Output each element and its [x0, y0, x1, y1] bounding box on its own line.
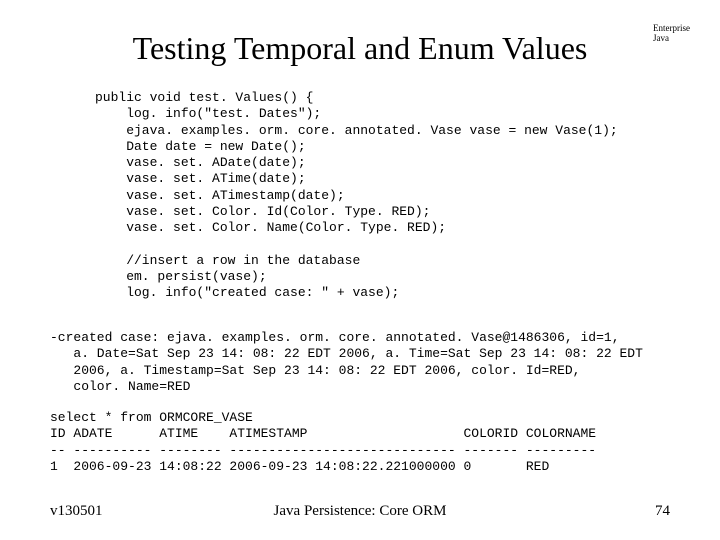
- footer-title: Java Persistence: Core ORM: [0, 503, 720, 520]
- code-block-output: -created case: ejava. examples. orm. cor…: [50, 330, 643, 395]
- code-block-sql: select * from ORMCORE_VASE ID ADATE ATIM…: [50, 410, 596, 475]
- code-block-method: public void test. Values() { log. info("…: [95, 90, 618, 301]
- page-title: Testing Temporal and Enum Values: [0, 30, 720, 67]
- footer-page-number: 74: [655, 503, 670, 520]
- slide: Enterprise Java Testing Temporal and Enu…: [0, 0, 720, 540]
